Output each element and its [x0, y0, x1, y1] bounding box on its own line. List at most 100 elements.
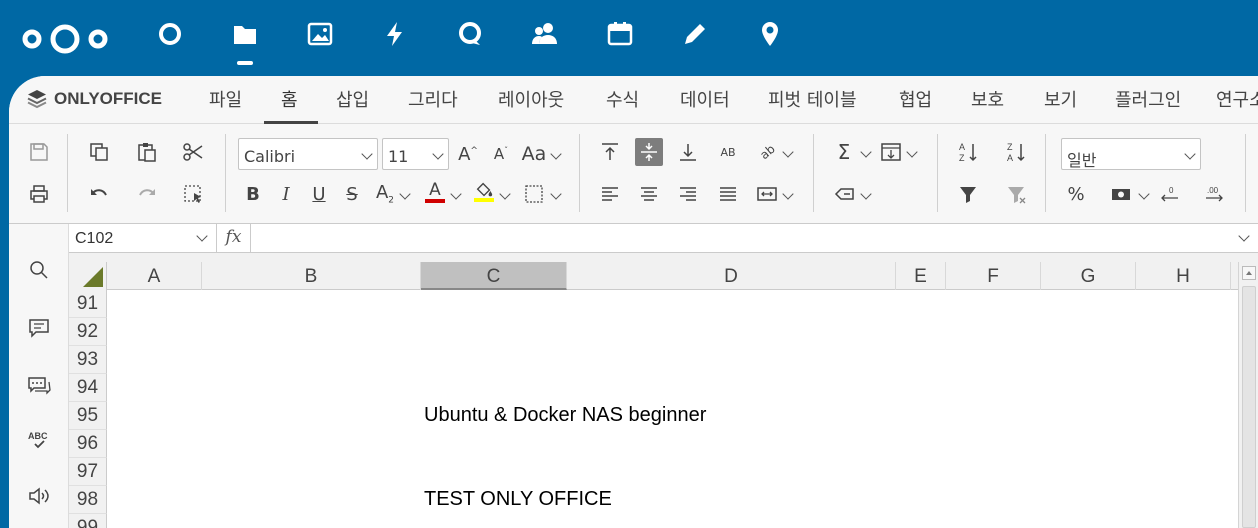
- row-header[interactable]: 92: [69, 318, 107, 346]
- spellcheck-icon[interactable]: ABC: [27, 428, 51, 452]
- chevron-down-icon[interactable]: [860, 188, 872, 200]
- nextcloud-logo-icon[interactable]: [18, 22, 112, 56]
- scrollbar-thumb[interactable]: [1242, 286, 1256, 528]
- chevron-down-icon[interactable]: [782, 188, 794, 200]
- text-orientation-icon[interactable]: ab: [753, 138, 781, 166]
- chevron-down-icon[interactable]: [450, 188, 462, 200]
- chevron-down-icon[interactable]: [782, 146, 794, 158]
- notes-icon[interactable]: [677, 20, 713, 60]
- save-icon[interactable]: [25, 138, 53, 166]
- undo-icon[interactable]: [85, 180, 113, 208]
- tab-research[interactable]: 연구소: [1216, 86, 1258, 112]
- cell-c95[interactable]: Ubuntu & Docker NAS beginner: [424, 404, 706, 427]
- clear-filter-icon[interactable]: [1002, 180, 1030, 208]
- tab-data[interactable]: 데이터: [680, 86, 730, 112]
- decrease-decimal-icon[interactable]: 0: [1155, 180, 1183, 208]
- fill-color-icon[interactable]: [470, 178, 498, 206]
- increase-font-icon[interactable]: A^: [454, 140, 482, 168]
- column-header[interactable]: B: [202, 262, 421, 290]
- row-header[interactable]: 98: [69, 486, 107, 514]
- bold-icon[interactable]: B: [239, 180, 267, 208]
- spreadsheet-grid[interactable]: A B C D E F G H 91 92 93 94 95 96 97 98 …: [69, 262, 1238, 528]
- strikethrough-icon[interactable]: S: [338, 180, 366, 208]
- tab-layout[interactable]: 레이아웃: [498, 86, 564, 112]
- sort-ascending-icon[interactable]: AZ: [954, 138, 982, 166]
- align-bottom-icon[interactable]: [674, 138, 702, 166]
- dashboard-icon[interactable]: [152, 20, 188, 60]
- cell-c98[interactable]: TEST ONLY OFFICE: [424, 488, 612, 511]
- tab-draw[interactable]: 그리다: [408, 86, 458, 112]
- align-left-icon[interactable]: [596, 180, 624, 208]
- change-case-icon[interactable]: Aa: [520, 140, 548, 168]
- redo-icon[interactable]: [133, 180, 161, 208]
- talk-icon[interactable]: [452, 20, 488, 60]
- font-color-icon[interactable]: A: [421, 178, 449, 206]
- align-top-icon[interactable]: [596, 138, 624, 166]
- row-header[interactable]: 99: [69, 514, 107, 528]
- underline-icon[interactable]: U: [305, 180, 333, 208]
- decrease-font-icon[interactable]: Aˇ: [487, 140, 515, 168]
- sum-icon[interactable]: Σ: [830, 138, 858, 166]
- align-middle-icon[interactable]: [635, 138, 663, 166]
- calendar-icon[interactable]: [602, 20, 638, 60]
- scroll-up-arrow-icon[interactable]: [1242, 266, 1256, 280]
- align-center-icon[interactable]: [635, 180, 663, 208]
- photos-icon[interactable]: [302, 20, 338, 60]
- files-icon[interactable]: [227, 20, 263, 65]
- wrap-text-icon[interactable]: AB: [714, 138, 742, 166]
- tab-file[interactable]: 파일: [209, 86, 242, 112]
- borders-icon[interactable]: [520, 180, 548, 208]
- cut-icon[interactable]: [179, 138, 207, 166]
- insert-function-button[interactable]: fx: [217, 224, 251, 253]
- select-all-corner[interactable]: [69, 262, 107, 290]
- tab-plugins[interactable]: 플러그인: [1115, 86, 1181, 112]
- chevron-down-icon[interactable]: [906, 146, 918, 158]
- cell-name-box[interactable]: C102: [69, 224, 217, 253]
- tab-home[interactable]: 홈: [281, 86, 298, 112]
- formula-input[interactable]: [251, 224, 1228, 253]
- search-icon[interactable]: [27, 258, 51, 282]
- copy-icon[interactable]: [85, 138, 113, 166]
- row-header[interactable]: 95: [69, 402, 107, 430]
- column-header[interactable]: E: [896, 262, 946, 290]
- chevron-down-icon[interactable]: [399, 188, 411, 200]
- subscript-icon[interactable]: A2: [371, 180, 399, 208]
- font-size-select[interactable]: 11: [382, 138, 449, 170]
- italic-icon[interactable]: I: [272, 180, 300, 208]
- font-name-select[interactable]: Calibri: [238, 138, 378, 170]
- increase-decimal-icon[interactable]: .00: [1201, 180, 1229, 208]
- merge-cells-icon[interactable]: [753, 180, 781, 208]
- chevron-down-icon[interactable]: [860, 146, 872, 158]
- row-header[interactable]: 96: [69, 430, 107, 458]
- filter-icon[interactable]: [954, 180, 982, 208]
- align-right-icon[interactable]: [674, 180, 702, 208]
- accounting-style-icon[interactable]: [1107, 180, 1135, 208]
- chat-icon[interactable]: [27, 372, 51, 396]
- row-header[interactable]: 91: [69, 290, 107, 318]
- chevron-down-icon[interactable]: [1138, 188, 1150, 200]
- column-header[interactable]: G: [1041, 262, 1136, 290]
- tab-collaboration[interactable]: 협업: [899, 86, 932, 112]
- sort-descending-icon[interactable]: ZA: [1002, 138, 1030, 166]
- column-header[interactable]: H: [1136, 262, 1231, 290]
- column-header-selected[interactable]: C: [421, 262, 567, 290]
- vertical-scrollbar[interactable]: [1238, 262, 1258, 528]
- number-format-select[interactable]: 일반: [1061, 138, 1201, 170]
- percent-style-icon[interactable]: %: [1062, 180, 1090, 208]
- tab-protection[interactable]: 보호: [971, 86, 1004, 112]
- select-all-icon[interactable]: [179, 180, 207, 208]
- column-header[interactable]: F: [946, 262, 1041, 290]
- column-header[interactable]: A: [107, 262, 202, 290]
- row-header[interactable]: 94: [69, 374, 107, 402]
- tab-insert[interactable]: 삽입: [336, 86, 369, 112]
- speaker-icon[interactable]: [27, 484, 51, 508]
- activity-icon[interactable]: [377, 20, 413, 60]
- expand-formula-chevron-icon[interactable]: [1238, 230, 1250, 242]
- row-header[interactable]: 97: [69, 458, 107, 486]
- tab-pivot-table[interactable]: 피벗 테이블: [768, 86, 857, 112]
- comments-icon[interactable]: [27, 316, 51, 340]
- contacts-icon[interactable]: [527, 20, 563, 60]
- chevron-down-icon[interactable]: [550, 148, 562, 160]
- justify-icon[interactable]: [714, 180, 742, 208]
- column-header[interactable]: D: [567, 262, 896, 290]
